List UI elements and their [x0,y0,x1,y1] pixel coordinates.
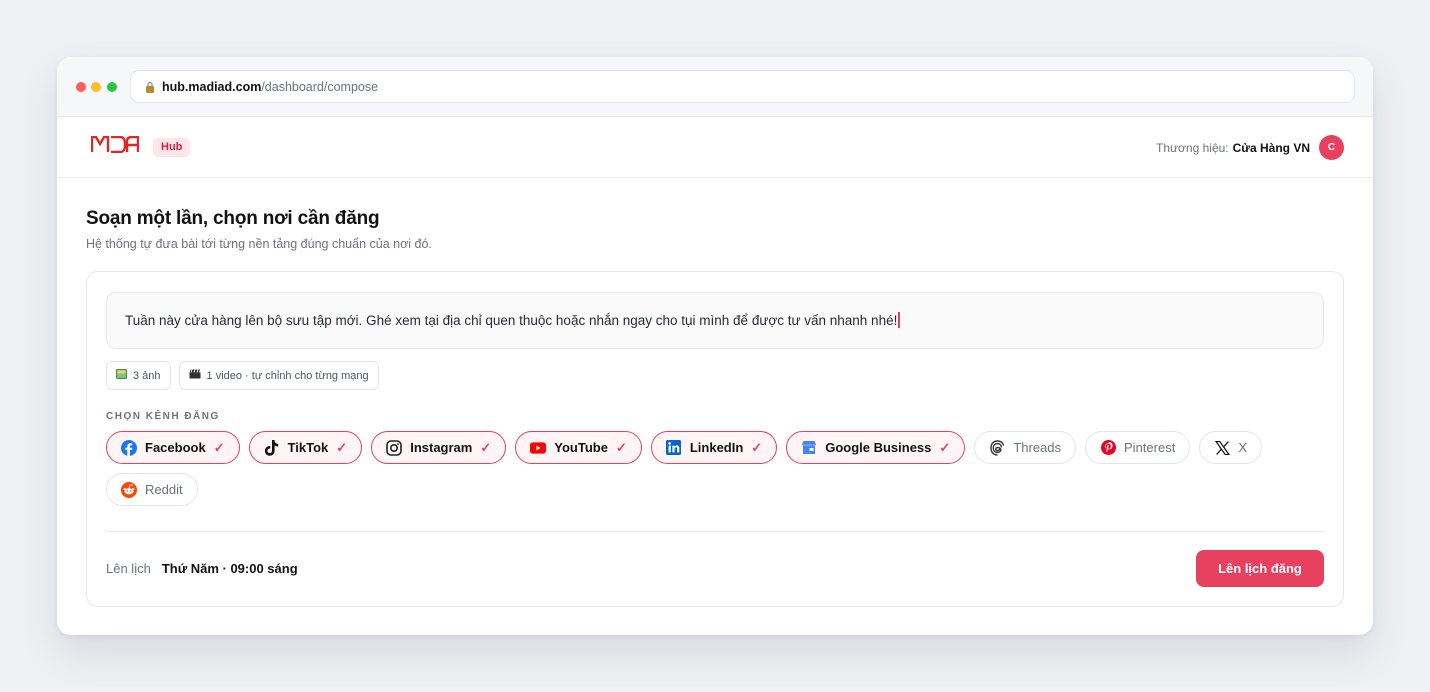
hub-badge: Hub [153,138,191,157]
channel-linkedin-label: LinkedIn [689,440,744,455]
instagram-icon [386,439,403,456]
channel-tiktok[interactable]: TikTok ✓ [248,431,363,464]
threads-icon [989,439,1005,456]
channel-x-label: X [1238,440,1247,455]
clapper-icon [189,369,201,382]
url-host: hub.madiad.com [162,79,262,94]
channel-google-business-label: Google Business [825,440,932,455]
channel-google-business[interactable]: Google Business ✓ [786,431,966,464]
post-text: Tuần này cửa hàng lên bộ sưu tập mới. Gh… [125,313,898,328]
schedule-footer: Lên lịch Thứ Năm · 09:00 sáng Lên lịch đ… [106,550,1324,587]
attachment-video-label: 1 video · tự chỉnh cho từng mạng [206,369,369,382]
brand-switcher[interactable]: Thương hiệu: Cửa Hàng VN C [1156,135,1344,160]
x-icon [1214,440,1230,456]
image-icon [116,369,127,382]
address-bar[interactable]: hub.madiad.com/dashboard/compose [130,70,1355,103]
attachment-images[interactable]: 3 ảnh [106,361,171,390]
maximize-window-dot[interactable] [107,82,117,92]
channel-youtube[interactable]: YouTube ✓ [515,431,642,464]
browser-chrome: hub.madiad.com/dashboard/compose [57,57,1373,117]
schedule-time[interactable]: Thứ Năm · 09:00 sáng [162,561,298,576]
channel-pinterest-label: Pinterest [1124,440,1176,455]
pinterest-icon [1100,440,1116,456]
check-icon: ✓ [480,439,492,455]
reddit-icon [121,481,137,498]
channel-instagram-label: Instagram [410,440,473,455]
check-icon: ✓ [336,439,348,455]
channel-threads-label: Threads [1013,440,1062,455]
channel-list: Facebook ✓ TikTok ✓ Instagram ✓ YouTube … [106,431,1266,506]
compose-card: Tuần này cửa hàng lên bộ sưu tập mới. Gh… [86,271,1344,607]
minimize-window-dot[interactable] [91,82,101,92]
channel-reddit-label: Reddit [145,482,183,497]
channel-linkedin[interactable]: LinkedIn ✓ [650,431,778,464]
attachment-video[interactable]: 1 video · tự chỉnh cho từng mạng [178,361,379,390]
attachment-images-label: 3 ảnh [133,369,161,382]
tiktok-icon [264,439,280,456]
brand-name: Cửa Hàng VN [1232,140,1310,155]
channel-x[interactable]: X [1199,431,1262,464]
channel-instagram[interactable]: Instagram ✓ [371,431,507,464]
page-title: Soạn một lần, chọn nơi cần đăng [86,208,380,229]
main-content: Soạn một lần, chọn nơi cần đăng Hệ thống… [57,178,1373,607]
channel-facebook-label: Facebook [145,440,206,455]
check-icon: ✓ [615,439,627,455]
close-window-dot[interactable] [76,82,86,92]
page-subtitle: Hệ thống tự đưa bài tới từng nền tảng đú… [86,237,432,251]
channel-pinterest[interactable]: Pinterest [1085,431,1191,464]
channel-youtube-label: YouTube [554,440,608,455]
channels-label: CHỌN KÊNH ĐĂNG [106,411,220,422]
check-icon: ✓ [939,439,951,455]
channel-tiktok-label: TikTok [287,440,329,455]
lock-icon [146,81,154,93]
brand-label: Thương hiệu: [1156,140,1229,155]
facebook-icon [121,439,137,456]
channel-reddit[interactable]: Reddit [106,473,198,506]
url-path: /dashboard/compose [261,79,379,94]
text-caret [898,312,900,328]
madia-logo[interactable] [91,136,139,153]
browser-window: hub.madiad.com/dashboard/compose Hub Thư… [57,57,1373,635]
app-header: Hub Thương hiệu: Cửa Hàng VN C [57,117,1373,178]
linkedin-icon [666,440,682,456]
channel-threads[interactable]: Threads [974,431,1077,464]
youtube-icon [530,440,547,456]
channel-facebook[interactable]: Facebook ✓ [106,431,240,464]
post-text-input[interactable]: Tuần này cửa hàng lên bộ sưu tập mới. Gh… [106,292,1324,349]
attachments-row: 3 ảnh 1 video · tự chỉnh cho từng mạng [106,361,1324,390]
schedule-post-button[interactable]: Lên lịch đăng [1196,550,1324,587]
check-icon: ✓ [213,439,225,455]
avatar[interactable]: C [1319,135,1344,160]
check-icon: ✓ [751,439,763,455]
footer-divider [106,531,1324,532]
google-business-icon [801,440,817,456]
schedule-label: Lên lịch [106,561,151,576]
